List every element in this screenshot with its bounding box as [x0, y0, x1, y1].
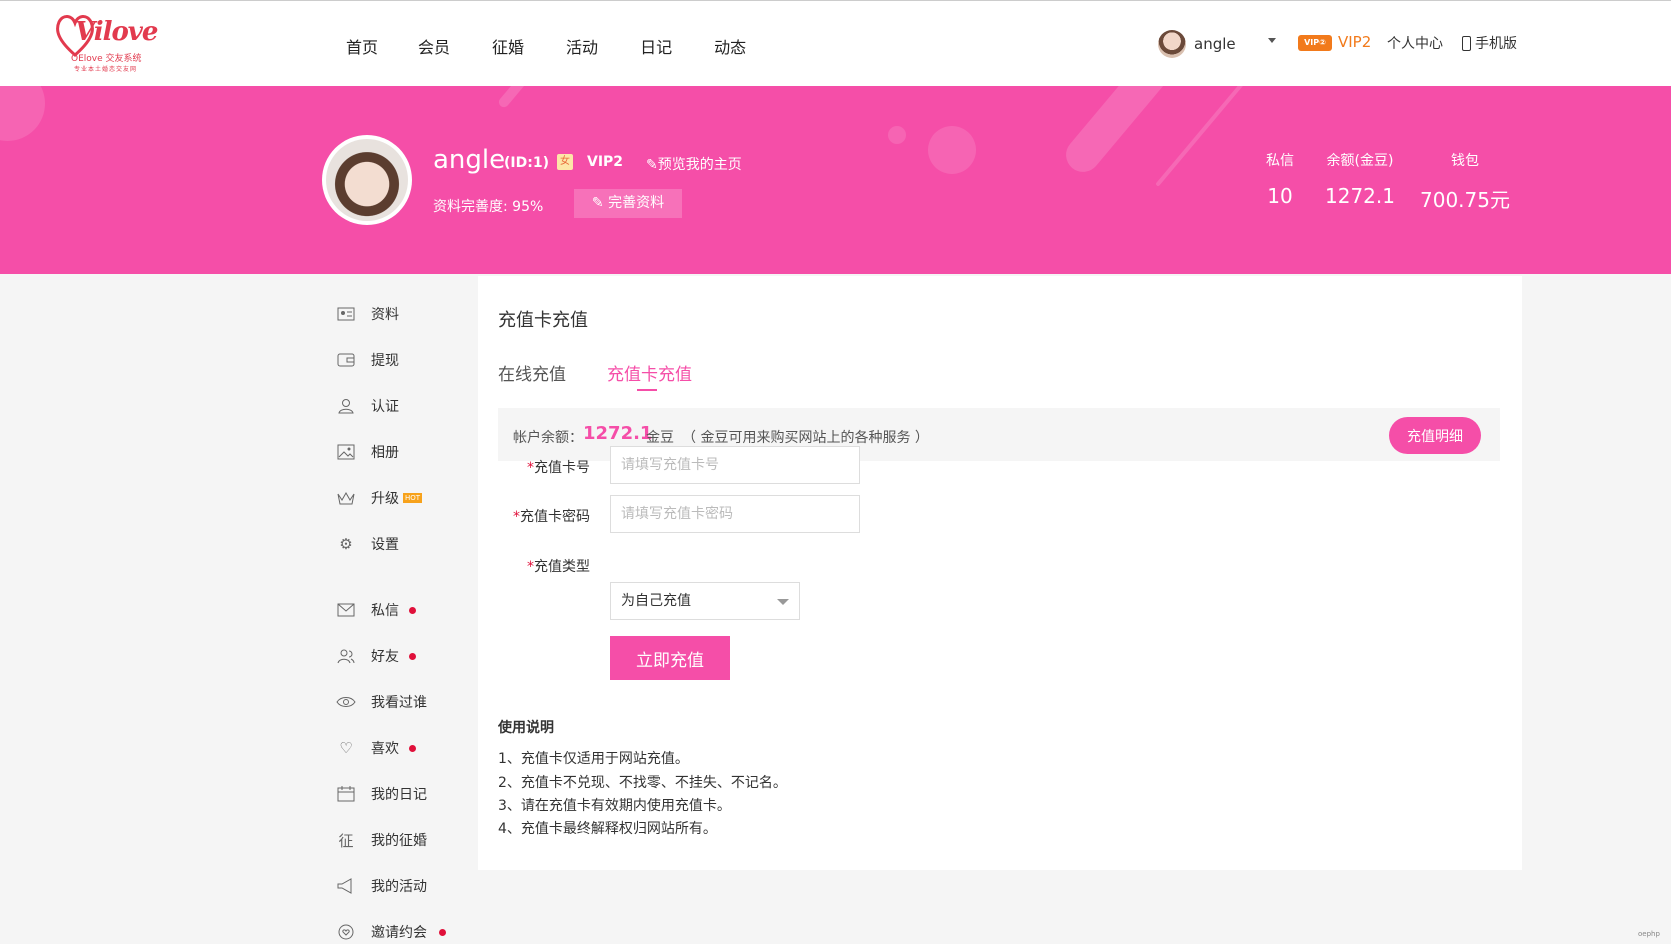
- sidebar-item-verify[interactable]: 认证: [336, 394, 476, 418]
- zheng-icon: 征: [338, 831, 354, 850]
- unread-dot: [409, 652, 416, 660]
- profile-completion: 资料完善度: 95%: [433, 199, 544, 215]
- crown-icon: [336, 489, 356, 507]
- sidebar-item-my-diary[interactable]: 我的日记: [336, 782, 476, 806]
- megaphone-icon: [336, 877, 356, 895]
- image-icon: [336, 443, 356, 461]
- tag-icon: ✎: [646, 157, 658, 173]
- calendar-icon: [336, 785, 356, 803]
- decor-circle: [0, 86, 45, 141]
- preview-homepage-link[interactable]: ✎预览我的主页: [646, 154, 742, 174]
- gear-icon: ⚙: [339, 535, 353, 553]
- user-name: angle: [1194, 35, 1236, 53]
- profile-avatar[interactable]: [322, 135, 412, 225]
- female-icon: 女: [557, 154, 573, 170]
- sidebar-item-friends[interactable]: 好友: [336, 644, 476, 668]
- card-number-label: *充值卡号: [527, 460, 590, 476]
- decor-circle: [928, 126, 976, 174]
- tab-card-recharge[interactable]: 充值卡充值: [607, 360, 692, 385]
- site-logo[interactable]: Vilove OElove 交友系统 专业本土婚恋交友网: [55, 11, 165, 73]
- sidebar-item-likes[interactable]: ♡ 喜欢: [336, 736, 476, 760]
- watermark: oephp: [1638, 930, 1660, 938]
- sidebar-item-messages[interactable]: 私信: [336, 598, 476, 622]
- profile-name: angle: [433, 145, 506, 175]
- decor-stripe: [496, 86, 544, 110]
- usage-item: 2、充值卡不兑现、不找零、不挂失、不记名。: [498, 775, 787, 791]
- sidebar-item-my-marriage[interactable]: 征 我的征婚: [336, 828, 476, 852]
- logo-script: Vilove: [75, 17, 158, 47]
- nav-marriage[interactable]: 征婚: [492, 34, 524, 58]
- user-avatar: [1158, 30, 1186, 58]
- balance-note: （ 金豆可用来购买网站上的各种服务 ）: [682, 430, 929, 446]
- hot-badge: HOT: [403, 493, 423, 503]
- heart-icon: ♡: [339, 739, 353, 757]
- nav-members[interactable]: 会员: [418, 34, 450, 58]
- personal-center-link[interactable]: 个人中心: [1387, 33, 1443, 53]
- complete-profile-button[interactable]: ✎ 完善资料: [574, 189, 682, 218]
- stat-wallet[interactable]: 钱包 700.75元: [1420, 150, 1510, 213]
- nav-diary[interactable]: 日记: [640, 34, 672, 58]
- recharge-type-select[interactable]: 为自己充值: [610, 582, 800, 620]
- stat-balance[interactable]: 余额(金豆) 1272.1: [1320, 150, 1400, 208]
- wallet-icon: [336, 351, 356, 369]
- sidebar-item-album[interactable]: 相册: [336, 440, 476, 464]
- usage-item: 3、请在充值卡有效期内使用充值卡。: [498, 798, 731, 814]
- stat-messages[interactable]: 私信 10: [1260, 150, 1300, 208]
- chevron-down-icon[interactable]: [1268, 38, 1276, 43]
- active-tab-indicator: [637, 389, 657, 391]
- mobile-version-link[interactable]: 手机版: [1462, 33, 1517, 53]
- vip-badge-icon: VIP②: [1298, 35, 1332, 51]
- main-nav: 首页 会员 征婚 活动 日记 动态: [346, 34, 788, 58]
- balance-unit: 金豆: [646, 430, 674, 446]
- unread-dot: [409, 744, 416, 752]
- pencil-icon: ✎: [591, 195, 604, 211]
- recharge-detail-button[interactable]: 充值明细: [1389, 417, 1481, 454]
- id-card-icon: [336, 305, 356, 323]
- decor-stripe: [1059, 86, 1201, 179]
- user-verify-icon: [336, 397, 356, 415]
- mobile-version-label: 手机版: [1475, 36, 1517, 52]
- logo-tagline: 专业本土婚恋交友网: [74, 66, 138, 73]
- vip-level-link[interactable]: VIP2: [1338, 33, 1371, 51]
- nav-home[interactable]: 首页: [346, 34, 378, 58]
- usage-item: 1、充值卡仅适用于网站充值。: [498, 751, 689, 767]
- sidebar-item-invite-date[interactable]: 邀请约会: [336, 920, 476, 944]
- profile-id: (ID:1): [504, 155, 549, 171]
- balance-label: 帐户余额：: [513, 430, 583, 446]
- recharge-submit-button[interactable]: 立即充值: [610, 636, 730, 680]
- top-header: Vilove OElove 交友系统 专业本土婚恋交友网 首页 会员 征婚 活动…: [0, 0, 1671, 86]
- sidebar-item-my-events[interactable]: 我的活动: [336, 874, 476, 898]
- usage-title: 使用说明: [498, 720, 554, 736]
- unread-dot: [409, 606, 416, 614]
- card-number-input[interactable]: [610, 446, 860, 484]
- eye-icon: [336, 693, 356, 711]
- recharge-type-label: *充值类型: [527, 559, 590, 575]
- nav-events[interactable]: 活动: [566, 34, 598, 58]
- chevron-down-icon: [777, 599, 789, 605]
- balance-value: 1272.1: [583, 423, 653, 444]
- usage-item: 4、充值卡最终解释权归网站所有。: [498, 821, 717, 837]
- card-password-input[interactable]: [610, 495, 860, 533]
- mail-icon: [336, 601, 356, 619]
- card-password-label: *充值卡密码: [513, 509, 590, 525]
- chat-heart-icon: [336, 923, 356, 941]
- unread-dot: [439, 928, 446, 936]
- tab-online-recharge[interactable]: 在线充值: [498, 360, 566, 385]
- sidebar-item-visited[interactable]: 我看过谁: [336, 690, 476, 714]
- user-menu[interactable]: angle: [1158, 28, 1236, 60]
- decor-circle: [888, 126, 906, 144]
- main-panel: 充值卡充值 在线充值 充值卡充值 帐户余额： 1272.1 金豆 （ 金豆可用来…: [478, 276, 1522, 870]
- nav-feed[interactable]: 动态: [714, 34, 746, 58]
- sidebar-item-settings[interactable]: ⚙ 设置: [336, 532, 476, 556]
- page-title: 充值卡充值: [498, 310, 588, 331]
- sidebar-item-profile[interactable]: 资料: [336, 302, 476, 326]
- phone-icon: [1462, 35, 1471, 51]
- profile-vip: VIP2: [587, 154, 624, 170]
- sidebar-item-withdraw[interactable]: 提现: [336, 348, 476, 372]
- sidebar-item-upgrade[interactable]: 升级 HOT: [336, 486, 476, 510]
- logo-subtitle: OElove 交友系统: [71, 54, 142, 64]
- decor-stripe: [1155, 86, 1255, 187]
- friends-icon: [336, 647, 356, 665]
